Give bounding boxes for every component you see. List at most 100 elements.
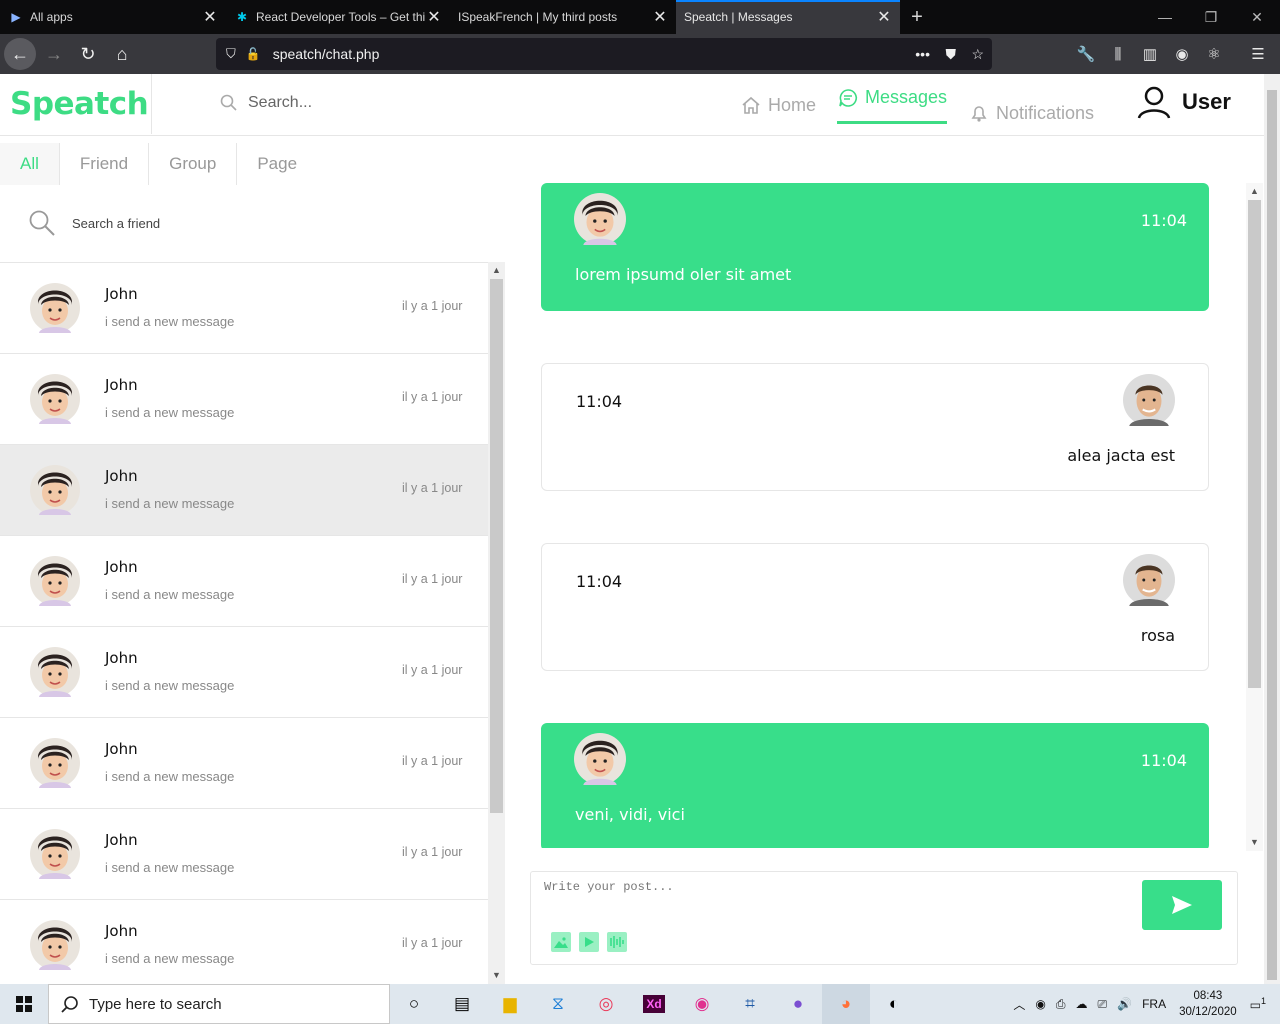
minimize-icon[interactable]: — — [1142, 0, 1188, 34]
user-menu[interactable]: User — [1136, 84, 1231, 120]
conversation-scrollbar[interactable]: ▲ ▼ — [488, 262, 505, 984]
header-search-input[interactable]: Search... — [248, 94, 312, 112]
volume-icon[interactable]: 🔊 — [1117, 997, 1132, 1011]
scrollbar-thumb[interactable] — [490, 279, 503, 813]
conversation-item[interactable]: John i send a new message il y a 1 jour — [0, 627, 488, 718]
app-header: Speatch Search... Home Messages Notifica… — [0, 74, 1264, 136]
clock[interactable]: 08:43 30/12/2020 — [1179, 988, 1237, 1020]
filter-all[interactable]: All — [0, 143, 60, 185]
conversation-item[interactable]: John i send a new message il y a 1 jour — [0, 900, 488, 984]
close-tab-icon[interactable]: ✕ — [876, 7, 892, 27]
user-icon — [1137, 86, 1171, 119]
audio-icon[interactable] — [607, 932, 627, 952]
conversation-preview: i send a new message — [105, 951, 235, 966]
extension-icon[interactable]: ⚛ — [1198, 45, 1230, 63]
page-actions-icon[interactable]: ••• — [915, 46, 930, 62]
adobe-xd-icon[interactable]: Xd — [630, 984, 678, 1024]
tab-react-devtools[interactable]: ✱ React Developer Tools – Get thi ✕ — [226, 0, 450, 34]
scroll-down-icon[interactable]: ▼ — [488, 967, 505, 984]
url-bar[interactable]: ⛉ 🔓 speatch/chat.php ••• ⛊ ☆ — [216, 38, 992, 70]
taskbar-search-input[interactable]: Type here to search — [89, 996, 222, 1013]
scrollbar-thumb[interactable] — [1248, 200, 1261, 688]
tab-speatch-messages[interactable]: Speatch | Messages ✕ — [676, 0, 900, 34]
close-window-icon[interactable]: ✕ — [1234, 0, 1280, 34]
conversation-item[interactable]: John i send a new message il y a 1 jour — [0, 263, 488, 354]
conversation-preview: i send a new message — [105, 769, 235, 784]
vscode-icon[interactable]: ⧖ — [534, 984, 582, 1024]
nav-home[interactable]: Home — [740, 74, 816, 136]
bookmark-star-icon[interactable]: ☆ — [971, 46, 984, 63]
github-desktop-icon[interactable]: ● — [774, 984, 822, 1024]
nav-messages[interactable]: Messages — [837, 74, 948, 124]
nav-messages-label: Messages — [865, 87, 948, 107]
tab-all-apps[interactable]: ▶ All apps ✕ — [0, 0, 226, 34]
forward-icon[interactable]: → — [38, 38, 70, 70]
reload-icon[interactable]: ↻ — [72, 38, 104, 70]
avatar — [574, 193, 626, 250]
conversation-time: il y a 1 jour — [402, 845, 463, 859]
back-icon[interactable]: ← — [4, 38, 36, 70]
new-tab-button[interactable]: + — [900, 0, 934, 34]
close-tab-icon[interactable]: ✕ — [652, 7, 668, 27]
taskbar-search[interactable]: Type here to search — [48, 984, 390, 1024]
logo[interactable]: Speatch — [10, 86, 149, 122]
creative-cloud-icon[interactable]: ◎ — [582, 984, 630, 1024]
scrollbar-thumb[interactable] — [1267, 90, 1277, 980]
conversation-item[interactable]: John i send a new message il y a 1 jour — [0, 718, 488, 809]
pocket-icon[interactable]: ⛊ — [946, 46, 957, 63]
conversation-list: John i send a new message il y a 1 jour Joh… — [0, 262, 505, 984]
obs-icon[interactable]: ◐ — [870, 984, 918, 1024]
filter-group[interactable]: Group — [149, 143, 238, 185]
filter-page[interactable]: Page — [237, 143, 317, 185]
conversation-time: il y a 1 jour — [402, 754, 463, 768]
video-icon[interactable] — [579, 932, 599, 952]
filter-friend[interactable]: Friend — [60, 143, 150, 185]
file-explorer-icon[interactable]: ▆ — [486, 984, 534, 1024]
conversation-item[interactable]: John i send a new message il y a 1 jour — [0, 445, 488, 536]
nav-notifications[interactable]: Notifications — [968, 82, 1094, 144]
chat-scrollbar[interactable]: ▲ ▼ — [1246, 183, 1263, 851]
conversation-item[interactable]: John i send a new message il y a 1 jour — [0, 536, 488, 627]
network-icon[interactable]: ⎚ — [1098, 997, 1108, 1012]
wamp-icon[interactable]: ◉ — [678, 984, 726, 1024]
tray-camera-icon[interactable]: ⎙ — [1056, 997, 1066, 1012]
cortana-icon[interactable]: ○ — [390, 984, 438, 1024]
scroll-up-icon[interactable]: ▲ — [1246, 183, 1263, 200]
library-icon[interactable]: ⫼ — [1102, 46, 1134, 63]
windows-taskbar: Type here to search ○ ▤ ▆ ⧖ ◎ Xd ◉ ⌗ ● ◕… — [0, 984, 1280, 1024]
sidebar-icon[interactable]: ▥ — [1134, 45, 1166, 63]
tray-chevron-icon[interactable]: ︿ — [1013, 996, 1025, 1013]
home-icon[interactable]: ⌂ — [106, 38, 138, 70]
start-button[interactable] — [0, 984, 48, 1024]
scroll-up-icon[interactable]: ▲ — [488, 262, 505, 279]
nav-notifications-label: Notifications — [996, 102, 1095, 123]
conversation-item[interactable]: John i send a new message il y a 1 jour — [0, 354, 488, 445]
send-button[interactable] — [1142, 880, 1222, 930]
shield-icon: ⛉ — [226, 46, 236, 61]
conversation-item[interactable]: John i send a new message il y a 1 jour — [0, 809, 488, 900]
friend-search-input[interactable]: Search a friend — [72, 216, 160, 231]
compose-input[interactable]: Write your post... — [544, 880, 674, 894]
powershell-icon[interactable]: ⌗ — [726, 984, 774, 1024]
notification-center-icon[interactable]: ▭1 — [1250, 996, 1266, 1012]
restore-icon[interactable]: ❐ — [1188, 0, 1234, 34]
menu-icon[interactable]: ☰ — [1242, 45, 1274, 63]
page-scrollbar[interactable] — [1264, 74, 1280, 984]
close-tab-icon[interactable]: ✕ — [426, 7, 442, 27]
header-search[interactable]: Search... — [220, 94, 312, 112]
home-icon — [742, 96, 760, 114]
onedrive-icon[interactable]: ☁ — [1076, 997, 1088, 1011]
tab-ispeakfrench[interactable]: ISpeakFrench | My third posts ✕ — [450, 0, 676, 34]
image-icon[interactable] — [551, 932, 571, 952]
task-view-icon[interactable]: ▤ — [438, 984, 486, 1024]
message-time: 11:04 — [576, 392, 623, 411]
scroll-down-icon[interactable]: ▼ — [1246, 834, 1263, 851]
window-controls: — ❐ ✕ — [1142, 0, 1280, 34]
language-indicator[interactable]: FRA — [1142, 997, 1166, 1011]
close-tab-icon[interactable]: ✕ — [202, 7, 218, 27]
friend-search[interactable]: Search a friend — [28, 209, 160, 237]
account-icon[interactable]: ◉ — [1166, 45, 1198, 63]
firefox-icon[interactable]: ◕ — [822, 984, 870, 1024]
tray-app-icon[interactable]: ◉ — [1035, 997, 1045, 1011]
wrench-icon[interactable]: 🔧 — [1070, 45, 1102, 63]
